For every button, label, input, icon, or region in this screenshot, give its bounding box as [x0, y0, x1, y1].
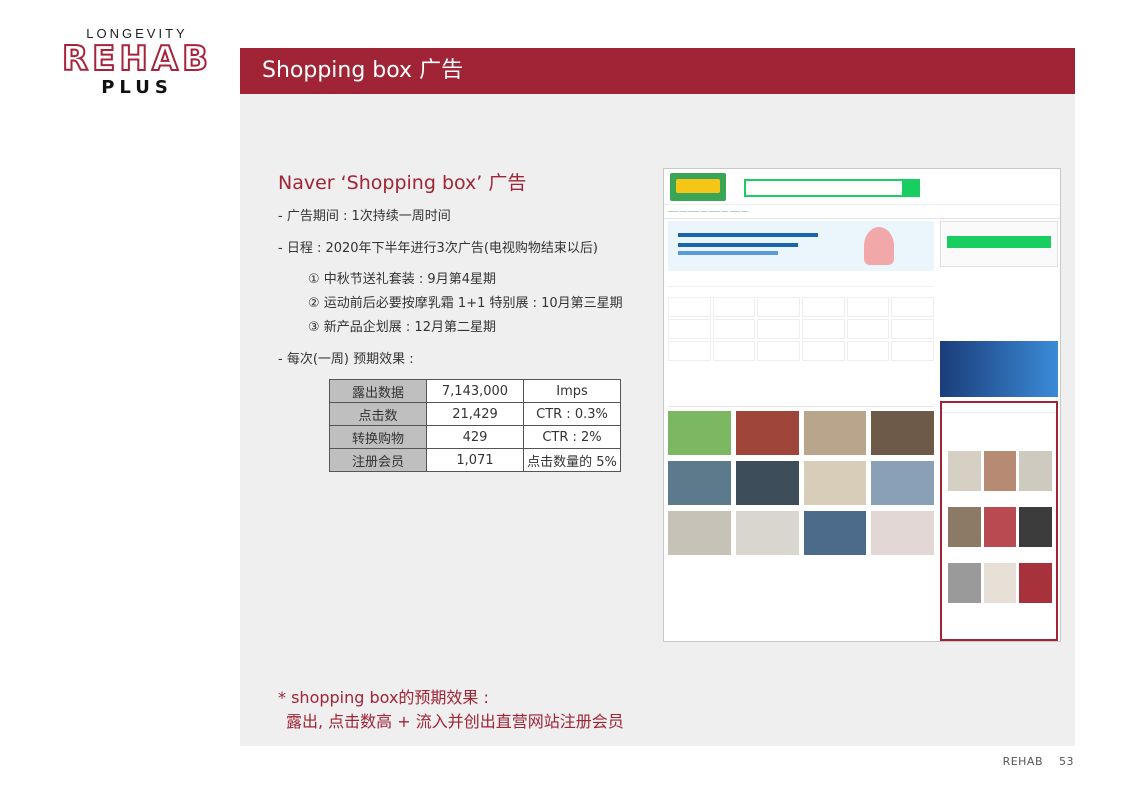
press-logo-icon	[668, 319, 711, 339]
naver-login-box	[940, 221, 1058, 267]
naver-top-bar	[664, 169, 1060, 205]
naver-screenshot: ─── ── ─── ── ─── ── ─── ──	[663, 168, 1061, 642]
slide-header: Shopping box 广告	[240, 48, 1075, 94]
kpi-value: 429	[426, 425, 524, 449]
banner-text-line	[678, 233, 818, 237]
table-row: 露出数据 7,143,000 Imps	[329, 379, 621, 403]
press-logo-icon	[712, 297, 756, 317]
kpi-extra: CTR : 2%	[523, 425, 621, 449]
thumbnail-image-icon	[871, 461, 934, 505]
thumbnail-image-icon	[735, 511, 799, 555]
product-image-icon	[948, 563, 981, 603]
kpi-value: 21,429	[426, 402, 524, 426]
naver-side-ad	[940, 341, 1058, 397]
product-image-icon	[948, 507, 981, 547]
shopping-box-tabs	[942, 403, 1056, 413]
thumbnail-image-icon	[871, 411, 934, 455]
thumbnail-image-icon	[803, 411, 867, 455]
press-logo-icon	[757, 341, 800, 361]
thumbnail-image-icon	[668, 411, 731, 455]
product-image-icon	[983, 451, 1017, 491]
press-logo-icon	[712, 319, 756, 339]
table-row: 点击数 21,429 CTR : 0.3%	[329, 402, 621, 426]
banner-text-line	[678, 251, 778, 255]
brand-logo: LONGEVITY REHAB PLUS	[46, 26, 228, 98]
schedule-item-2: ② 运动前后必要按摩乳霜 1+1 特别展 : 10月第三星期	[308, 296, 623, 311]
press-logo-icon	[757, 297, 800, 317]
ad-schedule: - 日程 : 2020年下半年进行3次广告(电视购物结束以后)	[278, 241, 598, 256]
press-logo-icon	[846, 297, 890, 317]
naver-logo-icon	[670, 173, 726, 201]
note-line-2: 露出, 点击数高 + 流入并创出直营网站注册会员	[286, 712, 624, 731]
product-image-icon	[983, 507, 1017, 547]
section-title: Naver ‘Shopping box’ 广告	[278, 172, 527, 194]
ad-period: - 广告期间 : 1次持续一周时间	[278, 209, 451, 224]
thumbnail-image-icon	[803, 511, 867, 555]
press-logo-icon	[846, 341, 890, 361]
press-logo-icon	[802, 297, 845, 317]
press-logo-icon	[891, 319, 934, 339]
thumbnail-image-icon	[735, 411, 799, 455]
naver-news-section	[668, 277, 934, 385]
schedule-item-1: ① 中秋节送礼套装 : 9月第4星期	[308, 272, 496, 287]
logo-middle-text: REHAB	[61, 39, 213, 79]
content-panel: Naver ‘Shopping box’ 广告 - 广告期间 : 1次持续一周时…	[240, 94, 1075, 746]
thumbnail-image-icon	[668, 461, 731, 505]
press-logo-icon	[846, 319, 890, 339]
thumbnail-image-icon	[735, 461, 799, 505]
search-icon	[902, 181, 918, 195]
page-number: 53	[1059, 755, 1074, 768]
product-image-icon	[1019, 563, 1052, 603]
kpi-value: 1,071	[426, 448, 524, 472]
product-image-icon	[1019, 451, 1052, 491]
table-row: 注册会员 1,071 点击数量的 5%	[329, 448, 621, 472]
naver-content-feed	[668, 393, 934, 639]
naver-menu-bar: ─── ── ─── ── ─── ── ─── ──	[664, 205, 1060, 219]
effect-label: - 每次(一周) 预期效果 :	[278, 352, 414, 367]
thumbnail-image-icon	[871, 511, 934, 555]
slide-footer: REHAB 53	[1003, 755, 1074, 768]
kpi-label: 露出数据	[329, 379, 427, 403]
kpi-label: 转换购物	[329, 425, 427, 449]
product-image-icon	[1019, 507, 1052, 547]
press-logo-grid	[668, 297, 934, 361]
feed-tabs	[668, 393, 934, 407]
logo-bottom-text: PLUS	[101, 77, 173, 98]
schedule-item-3: ③ 新产品企划展 : 12月第二星期	[308, 320, 496, 335]
naver-login-button	[947, 236, 1051, 248]
slide-title: Shopping box 广告	[262, 58, 464, 83]
kpi-extra: CTR : 0.3%	[523, 402, 621, 426]
feed-thumbnails	[668, 411, 934, 555]
press-logo-icon	[668, 341, 711, 361]
table-row: 转换购物 429 CTR : 2%	[329, 425, 621, 449]
naver-banner	[668, 221, 934, 271]
kpi-label: 点击数	[329, 402, 427, 426]
press-logo-icon	[802, 319, 845, 339]
thumbnail-image-icon	[668, 511, 731, 555]
banner-illustration-icon	[864, 227, 894, 265]
shopping-box-products	[948, 451, 1052, 603]
kpi-value: 7,143,000	[426, 379, 524, 403]
press-logo-icon	[891, 341, 934, 361]
naver-shopping-box-highlight	[940, 401, 1058, 641]
thumbnail-image-icon	[803, 461, 867, 505]
expected-effect-note: * shopping box的预期效果 : 露出, 点击数高 + 流入并创出直营…	[278, 686, 624, 734]
press-logo-icon	[757, 319, 800, 339]
footer-brand: REHAB	[1002, 755, 1043, 768]
press-logo-icon	[891, 297, 934, 317]
product-image-icon	[983, 563, 1017, 603]
note-line-1: * shopping box的预期效果 :	[278, 688, 489, 707]
press-logo-icon	[712, 341, 756, 361]
product-image-icon	[948, 451, 981, 491]
press-logo-icon	[802, 341, 845, 361]
press-logo-icon	[668, 297, 711, 317]
kpi-label: 注册会员	[329, 448, 427, 472]
banner-text-line	[678, 243, 798, 247]
naver-search-box	[744, 179, 920, 197]
kpi-table: 露出数据 7,143,000 Imps 点击数 21,429 CTR : 0.3…	[329, 379, 621, 472]
kpi-extra: 点击数量的 5%	[523, 448, 621, 472]
news-header	[668, 277, 934, 287]
kpi-extra: Imps	[523, 379, 621, 403]
